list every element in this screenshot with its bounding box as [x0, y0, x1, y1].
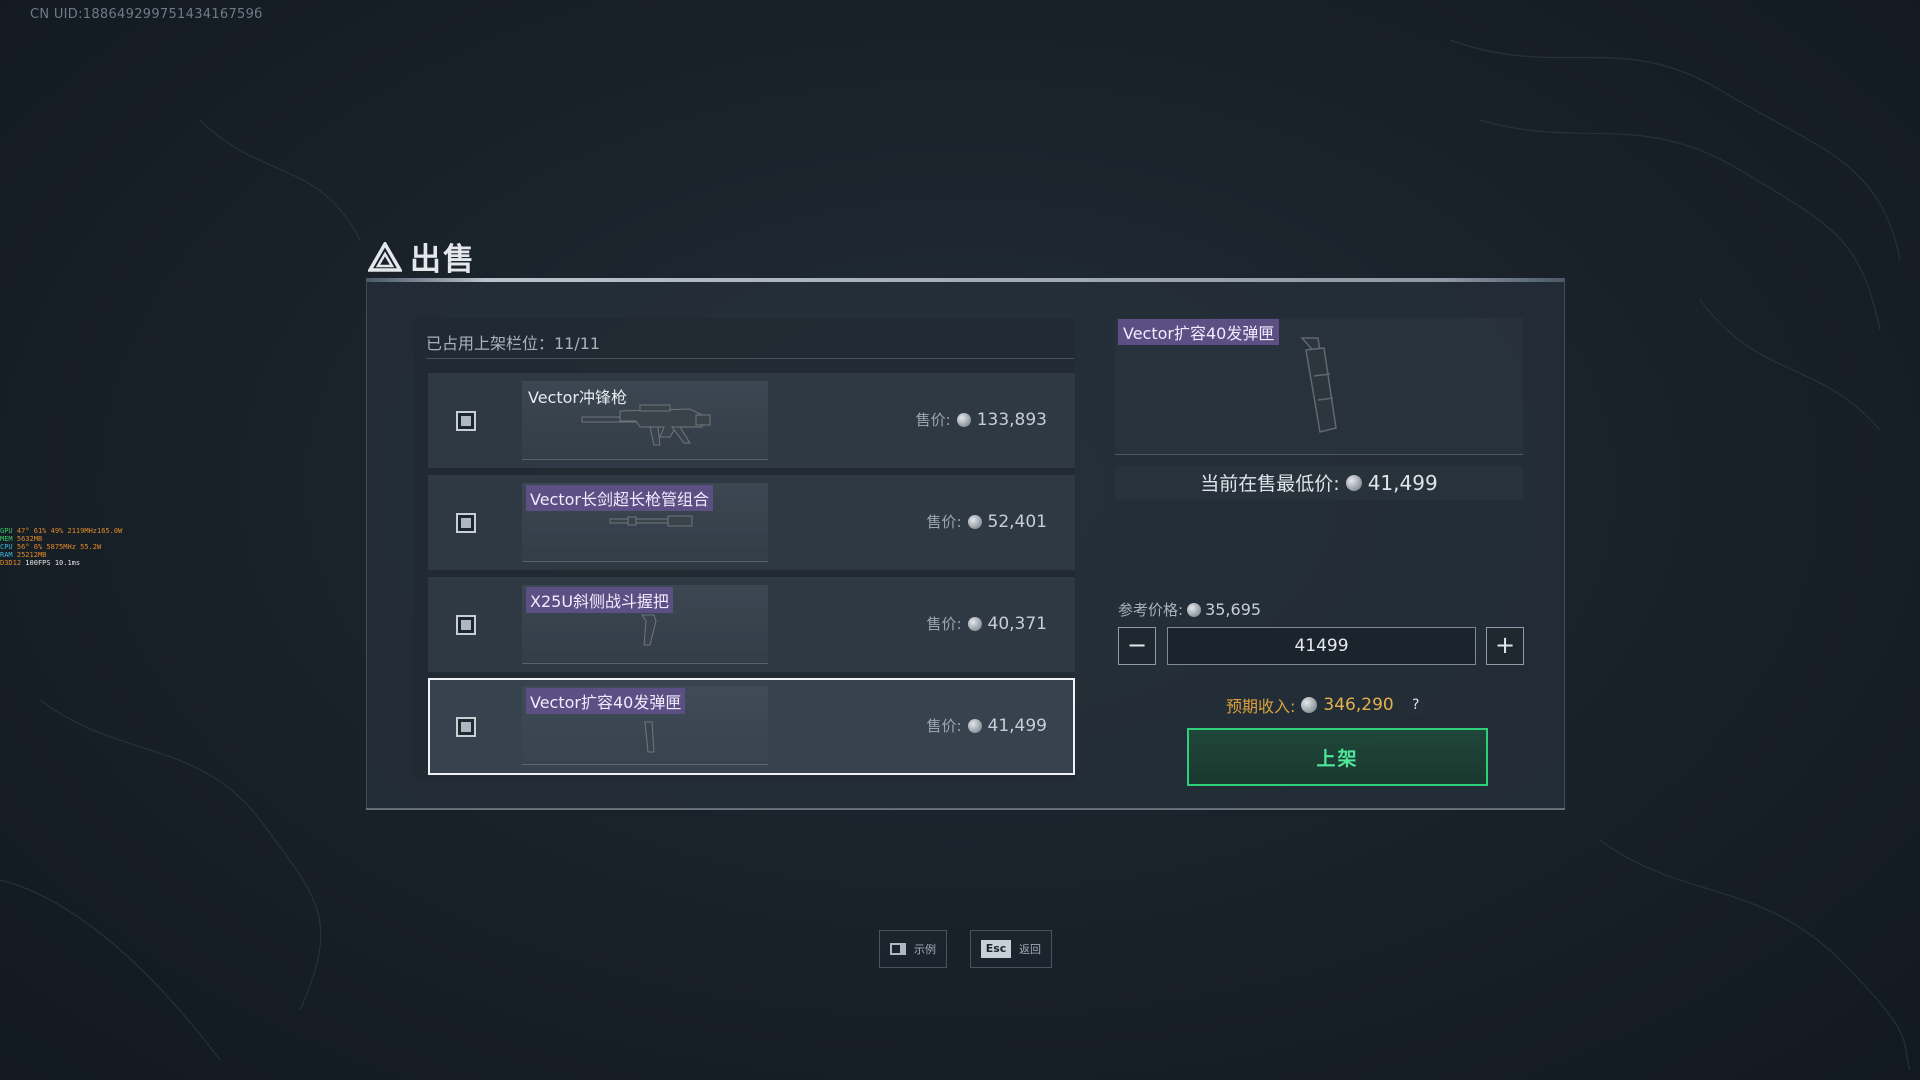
coin-icon [967, 616, 982, 631]
reference-price: 参考价格: 35,695 [1118, 599, 1261, 620]
price-label: 售价: [915, 411, 951, 429]
smg-weapon-icon [581, 404, 711, 446]
panel-bottom-divider [366, 808, 1565, 810]
panel-top-divider [366, 278, 1565, 282]
coin-icon [1301, 697, 1318, 713]
price-label: 售价: [926, 615, 962, 633]
item-name: Vector长剑超长枪管组合 [526, 485, 713, 511]
perf-row-gpu: GPU 47° 61% 49% 2119MHz165.0W [0, 527, 123, 535]
minus-icon: − [1126, 631, 1148, 659]
slots-divider [426, 358, 1074, 359]
perf-row-ram: RAM 25212MB [0, 551, 47, 559]
coin-icon [956, 412, 971, 427]
list-for-sale-button[interactable]: 上架 [1187, 728, 1488, 786]
perf-row-mem: MEM 5632MB [0, 535, 43, 543]
decrease-price-button[interactable]: − [1118, 627, 1156, 665]
reference-price-label: 参考价格: [1118, 601, 1184, 619]
expected-income: 预期收入: 346,290 ? [1226, 693, 1426, 717]
esc-key-icon: Esc [981, 940, 1011, 958]
item-price: 售价: 40,371 [926, 613, 1047, 634]
price-label: 售价: [926, 717, 962, 735]
perf-row-d3d: D3D12 100FPS 10.1ms [0, 559, 81, 567]
lowest-price-label: 当前在售最低价: [1200, 473, 1340, 495]
coin-icon [967, 514, 982, 529]
coin-icon [967, 718, 982, 733]
item-price: 售价: 133,893 [916, 409, 1047, 430]
list-button-label: 上架 [1316, 747, 1359, 770]
row-checkbox[interactable] [456, 615, 476, 635]
price-value: 40,371 [987, 613, 1047, 634]
example-hint-button[interactable]: 示例 [879, 930, 947, 968]
price-input[interactable] [1167, 627, 1476, 665]
row-checkbox[interactable] [456, 411, 476, 431]
row-checkbox[interactable] [456, 717, 476, 737]
book-icon [890, 943, 906, 955]
item-price: 售价: 41,499 [926, 715, 1047, 736]
expected-income-label: 预期收入: [1226, 697, 1296, 716]
example-hint-label: 示例 [914, 943, 936, 956]
uid-text: CN UID:18864929975143416759б [30, 7, 263, 22]
triangle-logo-icon [368, 241, 402, 272]
perf-row-cpu: CPU 56° 6% 5875MHz 55.2W [0, 543, 102, 551]
magazine-icon [644, 721, 655, 753]
detail-item-name: Vector扩容40发弹匣 [1118, 319, 1280, 345]
increase-price-button[interactable]: + [1486, 627, 1524, 665]
page-header: 出售 [368, 234, 476, 279]
item-name: X25U斜侧战斗握把 [526, 587, 674, 613]
coin-icon [1345, 474, 1362, 491]
listing-row[interactable]: Vector冲锋枪 售价: 133,893 [428, 373, 1075, 468]
listing-row[interactable]: Vector长剑超长枪管组合 售价: 52,401 [428, 475, 1075, 570]
price-value: 41,499 [987, 715, 1047, 736]
item-name: Vector扩容40发弹匣 [526, 688, 686, 714]
expected-income-value: 346,290 [1323, 695, 1394, 715]
grip-attachment-icon [641, 614, 657, 646]
price-value: 133,893 [976, 409, 1047, 430]
back-hint-button[interactable]: Esc 返回 [970, 930, 1052, 968]
performance-overlay: GPU 47° 61% 49% 2119MHz165.0W MEM 5632MB… [0, 527, 122, 567]
listing-row-selected[interactable]: Vector扩容40发弹匣 售价: 41,499 [428, 678, 1075, 775]
item-price: 售价: 52,401 [926, 511, 1047, 532]
slots-used-label: 已占用上架栏位：11/11 [426, 334, 601, 353]
page-title: 出售 [410, 242, 476, 278]
price-label: 售价: [926, 513, 962, 531]
plus-icon: + [1494, 631, 1516, 659]
back-hint-label: 返回 [1019, 943, 1041, 956]
reference-price-value: 35,695 [1205, 600, 1262, 619]
row-checkbox[interactable] [456, 513, 476, 533]
help-icon[interactable]: ? [1405, 695, 1426, 715]
lowest-price-value: 41,499 [1367, 470, 1438, 495]
listing-row[interactable]: X25U斜侧战斗握把 售价: 40,371 [428, 577, 1075, 672]
barrel-attachment-icon [609, 515, 693, 527]
price-value: 52,401 [987, 511, 1047, 532]
magazine-preview-icon [1300, 337, 1337, 433]
coin-icon [1187, 602, 1202, 617]
lowest-price: 当前在售最低价: 41,499 [1115, 469, 1523, 496]
